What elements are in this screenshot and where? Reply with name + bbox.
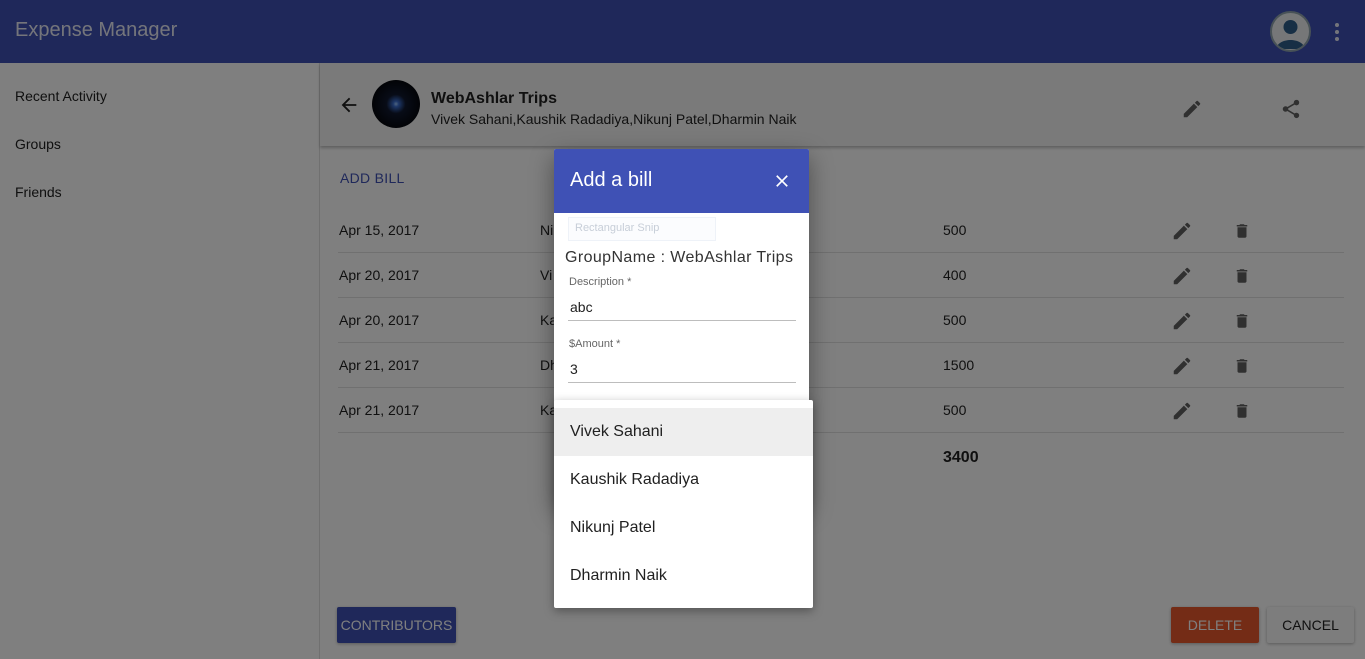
amount-field[interactable]: 3 — [570, 361, 578, 377]
description-field[interactable]: abc — [570, 299, 593, 315]
menu-item-vivek-sahani[interactable]: Vivek Sahani — [554, 408, 813, 456]
menu-item-nikunj-patel[interactable]: Nikunj Patel — [554, 504, 813, 552]
snip-tool-ghost: Rectangular Snip — [568, 217, 716, 241]
menu-item-kaushik-radadiya[interactable]: Kaushik Radadiya — [554, 456, 813, 504]
dialog-group-name: GroupName : WebAshlar Trips — [565, 249, 794, 266]
close-icon[interactable] — [772, 171, 792, 191]
description-label: Description * — [569, 276, 632, 288]
dialog-header: Add a bill — [554, 149, 809, 213]
payer-dropdown-menu: Vivek Sahani Kaushik Radadiya Nikunj Pat… — [554, 400, 813, 608]
amount-label: $Amount * — [569, 338, 621, 350]
dialog-title: Add a bill — [570, 169, 653, 191]
menu-item-dharmin-naik[interactable]: Dharmin Naik — [554, 552, 813, 600]
amount-underline — [568, 382, 796, 383]
description-underline — [568, 320, 796, 321]
